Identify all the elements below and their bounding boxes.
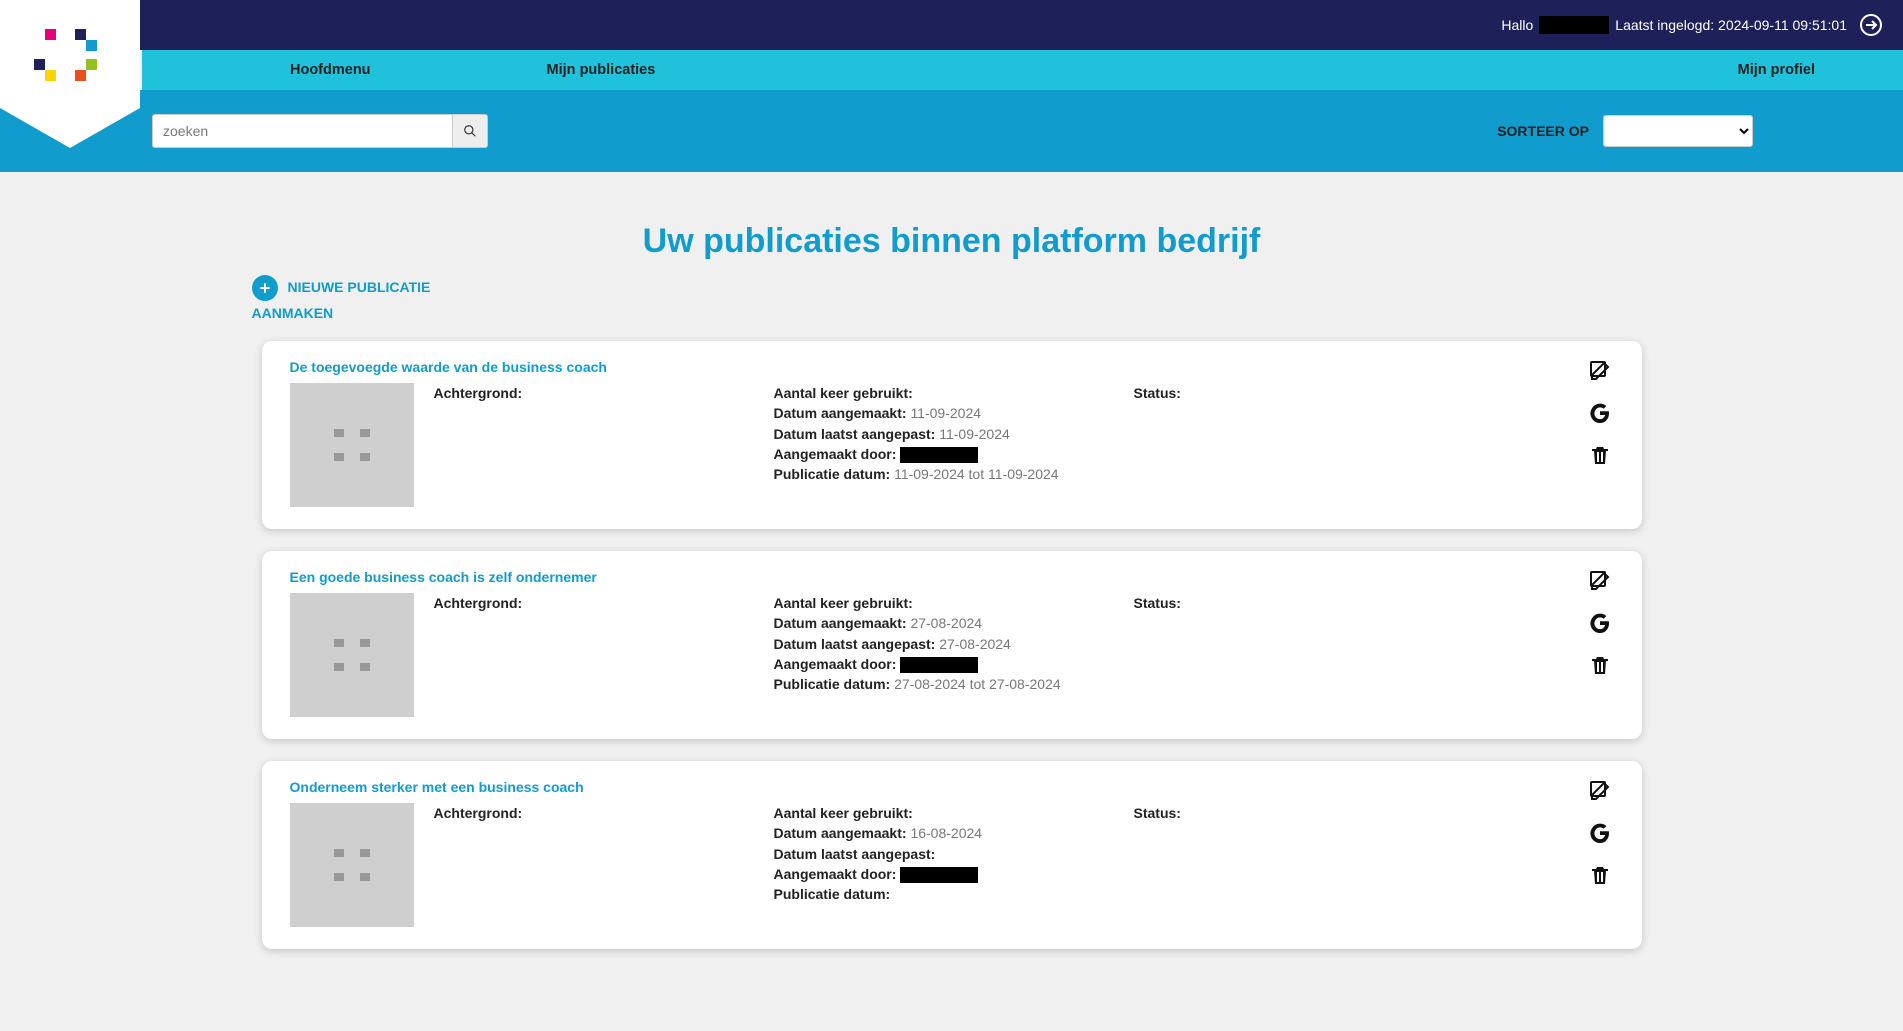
label-achtergrond: Achtergrond: <box>434 805 523 821</box>
label-aantal-keer: Aantal keer gebruikt: <box>774 385 913 401</box>
label-aantal-keer: Aantal keer gebruikt: <box>774 595 913 611</box>
value-datum-aangepast: 27-08-2024 <box>939 636 1011 652</box>
label-publicatie-datum: Publicatie datum: <box>774 886 891 902</box>
sort-label: SORTEER OP <box>1497 123 1589 139</box>
sub-bar: SORTEER OP <box>0 90 1903 172</box>
label-aangemaakt-door: Aangemaakt door: <box>774 656 897 672</box>
edit-icon <box>1588 569 1612 593</box>
value-publicatie-datum: 11-09-2024 tot 11-09-2024 <box>894 466 1059 482</box>
label-datum-aangemaakt: Datum aangemaakt: <box>774 405 907 421</box>
search-button[interactable] <box>452 114 488 148</box>
search-wrap <box>152 114 488 148</box>
label-aangemaakt-door: Aangemaakt door: <box>774 866 897 882</box>
value-datum-aangepast: 11-09-2024 <box>939 426 1010 442</box>
label-achtergrond: Achtergrond: <box>434 385 523 401</box>
greeting-label: Hallo <box>1501 17 1533 33</box>
edit-icon <box>1588 779 1612 803</box>
search-icon <box>463 124 477 138</box>
nav-mijn-profiel[interactable]: Mijn profiel <box>1710 50 1843 90</box>
thumbnail-placeholder <box>290 593 414 717</box>
nav-hoofdmenu[interactable]: Hoofdmenu <box>262 50 399 90</box>
delete-button[interactable] <box>1586 651 1614 679</box>
search-input[interactable] <box>152 114 452 148</box>
logo-container <box>0 0 140 108</box>
top-bar: Hallo Laatst ingelogd: 2024-09-11 09:51:… <box>0 0 1903 50</box>
delete-button[interactable] <box>1586 441 1614 469</box>
google-g-icon <box>1588 611 1612 635</box>
edit-icon <box>1588 359 1612 383</box>
value-datum-aangemaakt: 27-08-2024 <box>910 615 982 631</box>
value-aangemaakt-door-redacted <box>900 867 978 883</box>
google-button[interactable] <box>1586 609 1614 637</box>
publication-title[interactable]: Onderneem sterker met een business coach <box>290 779 1614 795</box>
label-aantal-keer: Aantal keer gebruikt: <box>774 805 913 821</box>
publication-title[interactable]: Een goede business coach is zelf onderne… <box>290 569 1614 585</box>
edit-button[interactable] <box>1586 777 1614 805</box>
logo-box <box>0 0 140 108</box>
label-status: Status: <box>1134 595 1181 611</box>
last-login-label: Laatst ingelogd: 2024-09-11 09:51:01 <box>1615 17 1847 33</box>
label-status: Status: <box>1134 385 1181 401</box>
publication-title[interactable]: De toegevoegde waarde van de business co… <box>290 359 1614 375</box>
publication-card: Een goede business coach is zelf onderne… <box>262 551 1642 739</box>
image-placeholder-icon <box>334 639 370 671</box>
google-g-icon <box>1588 401 1612 425</box>
label-aangemaakt-door: Aangemaakt door: <box>774 446 897 462</box>
image-placeholder-icon <box>334 849 370 881</box>
thumbnail-placeholder <box>290 383 414 507</box>
new-publication-button[interactable]: NIEUWE PUBLICATIE <box>252 275 1732 301</box>
user-name-redacted <box>1539 16 1609 34</box>
publication-card: De toegevoegde waarde van de business co… <box>262 341 1642 529</box>
value-aangemaakt-door-redacted <box>900 447 978 463</box>
image-placeholder-icon <box>334 429 370 461</box>
page-title: Uw publicaties binnen platform bedrijf <box>172 222 1732 261</box>
trash-icon <box>1588 653 1612 677</box>
plus-circle-icon <box>252 275 278 301</box>
google-g-icon <box>1588 821 1612 845</box>
label-status: Status: <box>1134 805 1181 821</box>
label-publicatie-datum: Publicatie datum: <box>774 466 891 482</box>
new-publication-label-2: AANMAKEN <box>252 305 1732 321</box>
delete-button[interactable] <box>1586 861 1614 889</box>
last-login-prefix: Laatst ingelogd: <box>1615 17 1714 33</box>
main-nav: Hoofdmenu Mijn publicaties Mijn profiel <box>142 50 1903 90</box>
google-button[interactable] <box>1586 399 1614 427</box>
value-datum-aangemaakt: 16-08-2024 <box>910 825 982 841</box>
label-achtergrond: Achtergrond: <box>434 595 523 611</box>
label-datum-aangemaakt: Datum aangemaakt: <box>774 615 907 631</box>
new-publication-label-1: NIEUWE PUBLICATIE <box>288 278 431 298</box>
label-datum-aangepast: Datum laatst aangepast: <box>774 636 936 652</box>
thumbnail-placeholder <box>290 803 414 927</box>
edit-button[interactable] <box>1586 567 1614 595</box>
label-datum-aangemaakt: Datum aangemaakt: <box>774 825 907 841</box>
nav-mijn-publicaties[interactable]: Mijn publicaties <box>519 50 684 90</box>
value-datum-aangemaakt: 11-09-2024 <box>910 405 981 421</box>
value-aangemaakt-door-redacted <box>900 657 978 673</box>
edit-button[interactable] <box>1586 357 1614 385</box>
trash-icon <box>1588 443 1612 467</box>
value-publicatie-datum: 27-08-2024 tot 27-08-2024 <box>894 676 1061 692</box>
sort-select[interactable] <box>1603 115 1753 147</box>
trash-icon <box>1588 863 1612 887</box>
logout-icon[interactable] <box>1859 13 1883 37</box>
logo-icon <box>45 29 95 79</box>
google-button[interactable] <box>1586 819 1614 847</box>
label-datum-aangepast: Datum laatst aangepast: <box>774 846 936 862</box>
label-datum-aangepast: Datum laatst aangepast: <box>774 426 936 442</box>
publication-card: Onderneem sterker met een business coach… <box>262 761 1642 949</box>
label-publicatie-datum: Publicatie datum: <box>774 676 891 692</box>
last-login-value: 2024-09-11 09:51:01 <box>1718 17 1847 33</box>
